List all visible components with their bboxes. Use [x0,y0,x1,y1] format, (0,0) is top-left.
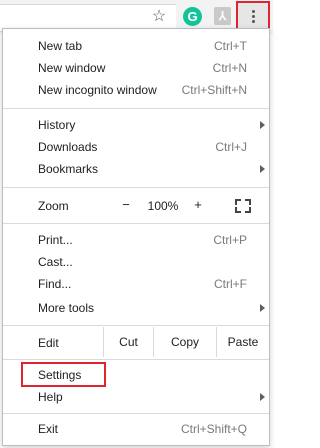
menu-item-new-tab[interactable]: New tab Ctrl+T [3,35,269,57]
zoom-out-button[interactable]: − [119,197,133,212]
menu-item-print[interactable]: Print... Ctrl+P [3,229,269,251]
edit-label: Edit [38,336,59,350]
copy-label: Copy [170,335,199,349]
menu-item-cast[interactable]: Cast... [3,251,269,273]
menu-item-shortcut: Ctrl+J [215,140,247,154]
menu-item-downloads[interactable]: Downloads Ctrl+J [3,136,269,158]
star-icon[interactable]: ☆ [150,7,168,25]
menu-item-label: Find... [38,277,72,291]
menu-item-bookmarks[interactable]: Bookmarks [3,158,269,180]
submenu-arrow-icon [260,121,265,129]
menu-item-shortcut: Ctrl+F [214,277,247,291]
menu-divider [3,325,269,326]
more-menu-button[interactable] [236,1,270,31]
zoom-in-button[interactable]: + [191,197,205,212]
menu-item-help[interactable]: Help [3,386,269,408]
cut-button[interactable]: Cut [103,327,153,357]
menu-item-more-tools[interactable]: More tools [3,297,269,319]
menu-divider [3,187,269,188]
chrome-main-menu: New tab Ctrl+T New window Ctrl+N New inc… [2,28,270,446]
paste-label: Paste [227,335,259,349]
submenu-arrow-icon [260,393,265,401]
paste-button[interactable]: Paste [216,327,269,357]
pdf-icon[interactable]: ⅄ [214,7,231,25]
menu-item-label: More tools [38,301,95,315]
menu-item-label: New incognito window [38,83,157,97]
menu-item-label: Print... [38,233,73,247]
submenu-arrow-icon [260,165,265,173]
menu-item-label: Help [38,390,63,404]
more-menu-icon [251,9,255,23]
fullscreen-icon[interactable] [235,199,251,213]
menu-item-shortcut: Ctrl+Shift+N [181,83,247,97]
menu-item-label: History [38,118,76,132]
menu-item-label: Exit [38,422,59,436]
edit-row: Edit Cut Copy Paste [3,327,269,357]
menu-divider [3,223,269,224]
menu-item-label: Cast... [38,255,73,269]
zoom-label: Zoom [38,199,69,213]
menu-item-label: New tab [38,39,83,53]
zoom-level: 100% [147,199,179,213]
settings-highlight-box [21,362,106,387]
menu-item-shortcut: Ctrl+P [213,233,247,247]
menu-item-new-window[interactable]: New window Ctrl+N [3,57,269,79]
menu-item-find[interactable]: Find... Ctrl+F [3,273,269,295]
grammarly-icon[interactable]: G [183,7,202,26]
menu-item-label: New window [38,61,106,75]
cut-label: Cut [119,335,138,349]
menu-item-shortcut: Ctrl+Shift+Q [180,422,247,436]
menu-item-exit[interactable]: Exit Ctrl+Shift+Q [3,418,269,440]
submenu-arrow-icon [260,304,265,312]
menu-divider [3,359,269,360]
menu-item-new-incognito-window[interactable]: New incognito window Ctrl+Shift+N [3,79,269,101]
menu-divider [3,108,269,109]
zoom-row: Zoom − 100% + [3,192,269,220]
menu-item-label: Bookmarks [38,162,99,176]
menu-item-label: Downloads [38,140,98,154]
grammarly-letter: G [187,9,198,24]
menu-divider [3,413,269,414]
copy-button[interactable]: Copy [153,327,216,357]
menu-item-history[interactable]: History [3,114,269,136]
menu-item-shortcut: Ctrl+T [214,39,247,53]
menu-item-shortcut: Ctrl+N [212,61,247,75]
